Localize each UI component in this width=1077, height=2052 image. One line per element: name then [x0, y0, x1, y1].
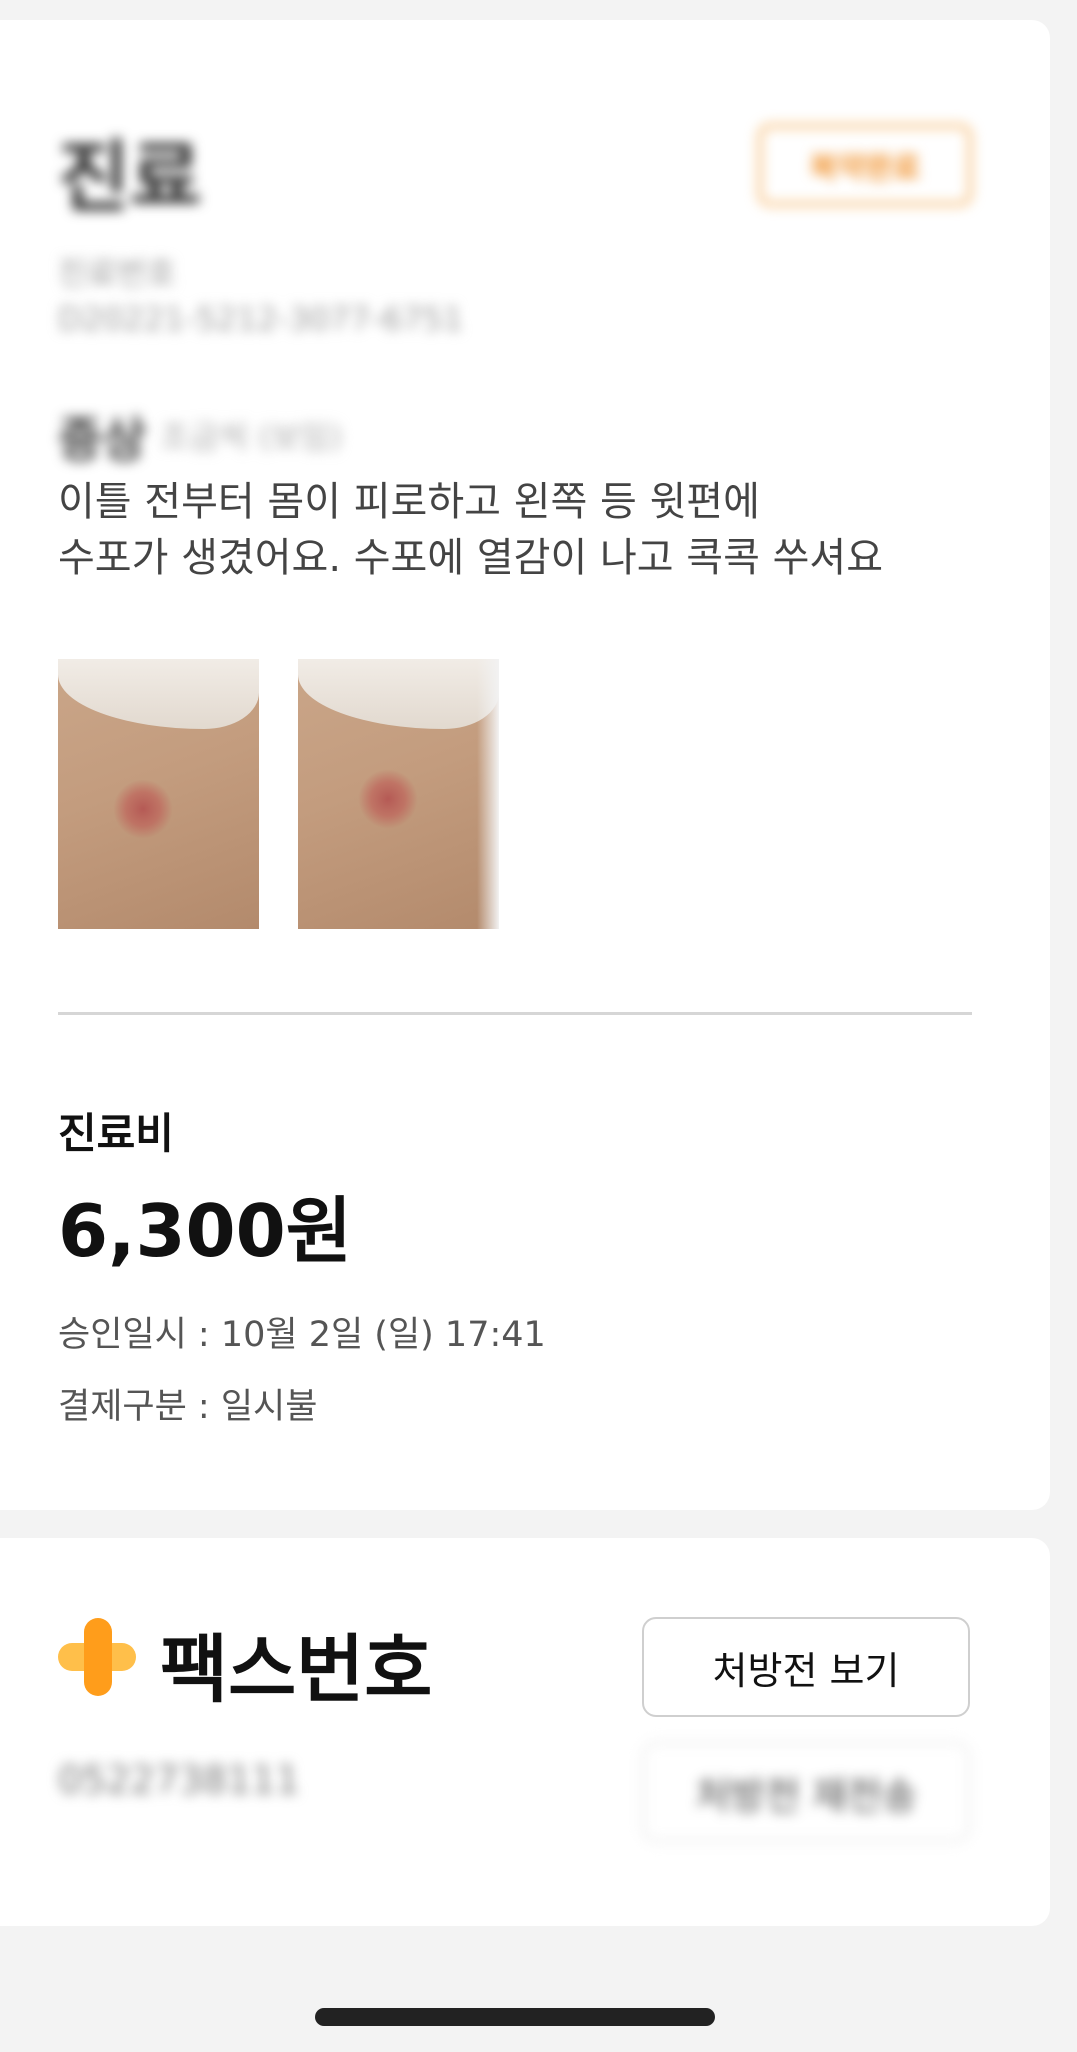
- pharmacy-card: [0, 1538, 1050, 1926]
- photo-cloth: [298, 659, 499, 729]
- photo-rash: [113, 779, 173, 839]
- symptom-photo-2[interactable]: [298, 659, 499, 929]
- fax-number: 0522738111: [58, 1758, 300, 1802]
- section-divider: [58, 1012, 972, 1015]
- fax-title: 팩스번호: [160, 1627, 433, 1713]
- symptom-subtitle: 조금씩 (보임): [160, 418, 343, 456]
- fee-label: 진료비: [58, 1109, 174, 1158]
- view-prescription-button[interactable]: 처방전 보기: [642, 1617, 970, 1717]
- symptom-title: 증상: [58, 412, 147, 468]
- consultation-id-value: D20221-5212-3077-6751: [58, 300, 464, 338]
- photo-edge: [477, 659, 499, 929]
- symptom-photo-1[interactable]: [58, 659, 259, 929]
- plus-icon-vertical: [84, 1618, 112, 1696]
- photo-cloth: [58, 659, 259, 729]
- home-indicator[interactable]: [315, 2008, 715, 2026]
- status-button[interactable]: 복약완료: [758, 124, 972, 206]
- approval-datetime: 승인일시 : 10월 2일 (일) 17:41: [58, 1315, 546, 1355]
- plus-icon: [58, 1618, 136, 1696]
- fee-amount: 6,300원: [58, 1189, 352, 1273]
- symptom-line-2: 수포가 생겼어요. 수포에 열감이 나고 콕콕 쑤셔요: [58, 535, 884, 581]
- payment-type: 결제구분 : 일시불: [58, 1387, 318, 1427]
- symptom-line-1: 이틀 전부터 몸이 피로하고 왼쪽 등 윗편에: [58, 479, 760, 525]
- consultation-id-label: 진료번호: [58, 254, 176, 292]
- resend-prescription-button[interactable]: 처방전 재전송: [642, 1742, 970, 1842]
- page-title: 진료: [58, 133, 202, 223]
- symptom-description: 이틀 전부터 몸이 피로하고 왼쪽 등 윗편에 수포가 생겼어요. 수포에 열감…: [58, 474, 998, 586]
- photo-rash: [358, 769, 418, 829]
- consultation-card: 진료 복약완료 진료번호 D20221-5212-3077-6751 증상 조금…: [0, 20, 1050, 1510]
